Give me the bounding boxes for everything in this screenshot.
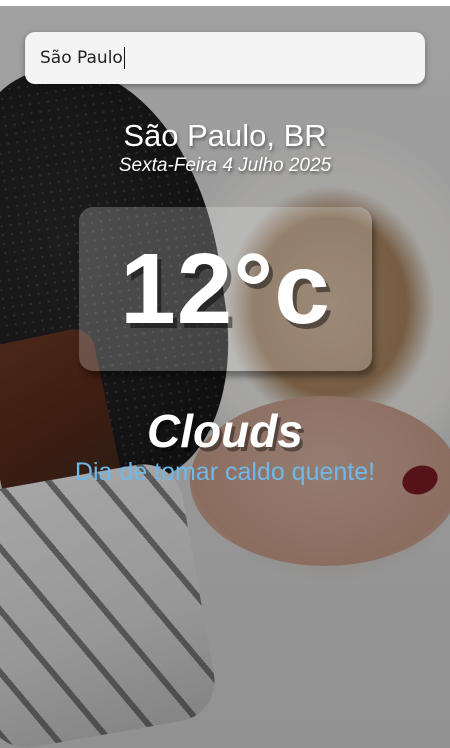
weather-message: Dia de tomar caldo quente!	[74, 458, 376, 486]
text-caret	[123, 47, 125, 69]
search-input-value[interactable]: São Paulo	[40, 48, 123, 68]
date-label: Sexta-Feira 4 Julho 2025	[118, 155, 332, 176]
weather-app: São Paulo São Paulo, BR Sexta-Feira 4 Ju…	[0, 6, 450, 748]
temperature-card: 12°c	[79, 207, 372, 371]
search-input[interactable]: São Paulo	[25, 32, 425, 84]
location-label: São Paulo, BR	[123, 118, 327, 153]
weather-condition: Clouds	[147, 405, 303, 457]
temperature-value: 12°c	[120, 232, 331, 345]
